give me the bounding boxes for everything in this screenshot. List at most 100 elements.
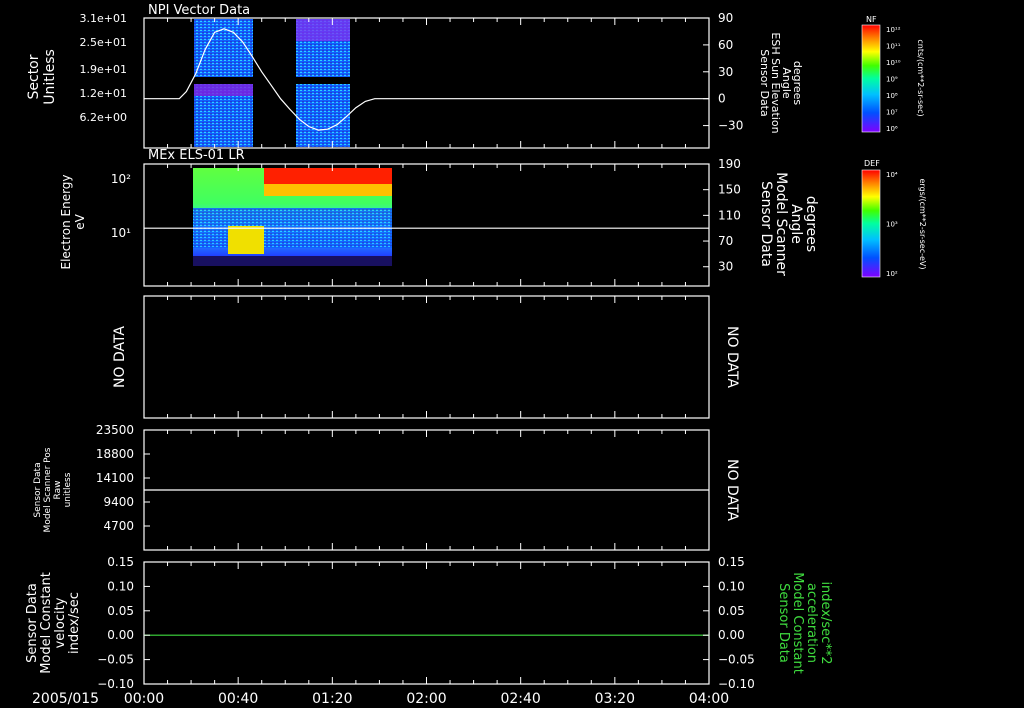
panel5-y2tick-label: 0.15 bbox=[718, 555, 745, 569]
panel2-spectrogram-burst bbox=[228, 226, 264, 254]
panel4-ylabel-line1: Sensor Data bbox=[33, 462, 43, 517]
panel1-heatmap bbox=[194, 19, 350, 147]
panel2-spectrogram-warm bbox=[264, 184, 392, 196]
panel4-ytick-label: 23500 bbox=[96, 423, 134, 437]
colorbar-tick-label: 10⁶ bbox=[886, 125, 898, 133]
panel-npi-vector: NPI Vector Data 3.1e+01 2.5e+01 1.9e+01 … bbox=[26, 3, 925, 149]
panel5-ytick-label: 0.10 bbox=[107, 579, 134, 593]
panel1-ytick-1: 2.5e+01 bbox=[80, 36, 127, 49]
panel5-y2label-line2: Model Constant bbox=[790, 572, 805, 674]
panel4-ylabel-line3: Raw bbox=[53, 481, 63, 500]
colorbar-tick-label: 10⁹ bbox=[886, 76, 898, 84]
panel3-frame bbox=[143, 295, 710, 419]
panel2-ylabel-line1: Electron Energy bbox=[59, 174, 73, 269]
panel1-y2tick-label: 90 bbox=[718, 11, 733, 25]
time-tick-label: 02:00 bbox=[406, 691, 446, 707]
time-tick-label: 01:20 bbox=[312, 691, 352, 707]
colorbar-tick-label: 10³ bbox=[886, 221, 898, 229]
panel5-y2tick-label: −0.10 bbox=[718, 677, 755, 691]
panel2-y2tick-label: 70 bbox=[718, 234, 733, 248]
panel1-y2tick-label: 0 bbox=[718, 92, 726, 106]
panel5-ytick-label: 0.15 bbox=[107, 555, 134, 569]
panel4-ytick-label: 18800 bbox=[96, 447, 134, 461]
colorbar-tick-label: 10¹⁰ bbox=[886, 59, 901, 67]
panel2-colorbar: DEF 10⁴ 10³ 10² ergs/(cm**2-sr-sec-eV) bbox=[861, 159, 927, 278]
panel1-block-a-band bbox=[194, 84, 253, 96]
panel5-y-ticks: 0.15 0.10 0.05 0.00 −0.05 −0.10 bbox=[97, 555, 150, 691]
panel1-block-b-band bbox=[296, 19, 350, 41]
colorbar-tick-label: 10⁷ bbox=[886, 109, 898, 117]
panel2-title: MEx ELS-01 LR bbox=[148, 148, 245, 163]
panel5-y2tick-label: 0.00 bbox=[718, 628, 745, 642]
panel5-ylabel-line3: velocity bbox=[53, 597, 68, 648]
panel5-ytick-label: −0.10 bbox=[97, 677, 134, 691]
colorbar-tick-label: 10⁴ bbox=[886, 171, 898, 179]
panel-scanner-pos: 23500 18800 14100 9400 4700 Sensor Data Mode… bbox=[33, 423, 740, 551]
panel1-colorbar-gradient bbox=[861, 24, 881, 133]
panel5-ylabel-line2: Model Constant bbox=[39, 572, 54, 674]
panel2-y2tick-label: 150 bbox=[718, 183, 741, 197]
panel1-y2tick-label: −30 bbox=[718, 119, 743, 133]
panel2-y2label-line1: Sensor Data bbox=[758, 181, 774, 267]
panel1-block-a-top bbox=[194, 19, 253, 77]
panel2-y2label-line3: Angle bbox=[788, 204, 804, 244]
colorbar-tick-label: 10² bbox=[886, 270, 898, 278]
time-tick-label: 03:20 bbox=[595, 691, 635, 707]
panel1-y2tick-label: 30 bbox=[718, 65, 733, 79]
panel2-colorbar-units: ergs/(cm**2-sr-sec-eV) bbox=[918, 178, 927, 269]
panel1-ytick-3: 1.2e+01 bbox=[80, 87, 127, 100]
panel-constant: 0.150.100.050.00−0.05−0.10 0.150.100.050… bbox=[25, 555, 833, 691]
panel-empty: NO DATA NO DATA bbox=[112, 295, 740, 419]
panel2-ytick-1: 10¹ bbox=[111, 226, 131, 240]
panel5-ytick-label: −0.05 bbox=[97, 653, 134, 667]
panel5-ytick-label: 0.00 bbox=[107, 628, 134, 642]
panel2-colorbar-label: DEF bbox=[864, 159, 880, 168]
panel2-y2tick-label: 190 bbox=[718, 157, 741, 171]
date-label: 2005/015 bbox=[32, 691, 99, 707]
panel4-ytick-label: 9400 bbox=[103, 495, 134, 509]
panel1-ytick-0: 3.1e+01 bbox=[80, 12, 127, 25]
panel5-ylabel-line1: Sensor Data bbox=[25, 583, 40, 663]
panel5-y2label-line4: index/sec**2 bbox=[818, 581, 833, 664]
panel2-y2tick-label: 110 bbox=[718, 208, 741, 222]
panel5-y2tick-label: 0.05 bbox=[718, 604, 745, 618]
panel4-ytick-label: 14100 bbox=[96, 471, 134, 485]
panel1-ytick-2: 1.9e+01 bbox=[80, 63, 127, 76]
panel2-spectrogram-fringe bbox=[193, 256, 392, 266]
panel5-y2tick-label: −0.05 bbox=[718, 653, 755, 667]
plot-canvas: NPI Vector Data 3.1e+01 2.5e+01 1.9e+01 … bbox=[25, 3, 927, 707]
panel2-y2label-line4: degrees bbox=[803, 196, 819, 252]
panel5-y2-ticks: 0.15 0.10 0.05 0.00 −0.05 −0.10 bbox=[703, 555, 755, 691]
panel1-title: NPI Vector Data bbox=[148, 3, 250, 18]
panel2-ylabel-line2: eV bbox=[73, 213, 87, 229]
time-tick-label: 02:40 bbox=[500, 691, 540, 707]
panel4-ylabel-line2: Model Scanner Pos bbox=[43, 447, 53, 532]
panel1-colorbar-label: NF bbox=[866, 15, 877, 24]
panel1-colorbar: NF 10¹² 10¹¹ 10¹⁰ 10⁹ 10⁸ 10⁷ 10⁶ cnts/(cm**2-… bbox=[861, 15, 925, 133]
panel1-ylabel-line1: Sector bbox=[26, 54, 42, 99]
panel5-ylabel-line4: index/sec bbox=[67, 592, 82, 654]
time-axis-labels: 00:00 00:40 01:20 02:00 02:40 03:20 04:00 bbox=[124, 691, 729, 707]
colorbar-tick-label: 10¹² bbox=[886, 26, 901, 34]
time-tick-label: 04:00 bbox=[689, 691, 729, 707]
panel5-y2label-line3: acceleration bbox=[804, 583, 819, 663]
panel4-y-ticks: 23500 18800 14100 9400 4700 bbox=[96, 423, 150, 533]
panel4-ytick-label: 4700 bbox=[103, 519, 134, 533]
panel1-ylabel-line2: Unitless bbox=[42, 49, 58, 105]
panel5-ytick-label: 0.05 bbox=[107, 604, 134, 618]
panel1-block-b-bottom bbox=[296, 84, 350, 147]
panel2-ytick-0: 10² bbox=[111, 172, 131, 186]
panel5-y2label-line1: Sensor Data bbox=[776, 583, 791, 663]
panel1-ytick-4: 6.2e+00 bbox=[80, 111, 127, 124]
time-tick-label: 00:40 bbox=[218, 691, 258, 707]
panel2-colorbar-gradient bbox=[861, 169, 881, 278]
panel-els: MEx ELS-01 LR 10² 10¹ Electron Energy eV… bbox=[59, 148, 927, 287]
panel4-ylabel-line4: unitless bbox=[63, 472, 73, 507]
panel1-colorbar-units: cnts/(cm**2-sr-sec) bbox=[916, 39, 925, 116]
panel1-y2tick-label: 60 bbox=[718, 38, 733, 52]
panel4-no-data-right: NO DATA bbox=[724, 459, 740, 521]
panel2-y2label-line2: Model Scanner bbox=[773, 172, 789, 276]
panel5-y2tick-label: 0.10 bbox=[718, 579, 745, 593]
time-tick-label: 00:00 bbox=[124, 691, 164, 707]
panel2-spectrogram bbox=[193, 168, 392, 266]
